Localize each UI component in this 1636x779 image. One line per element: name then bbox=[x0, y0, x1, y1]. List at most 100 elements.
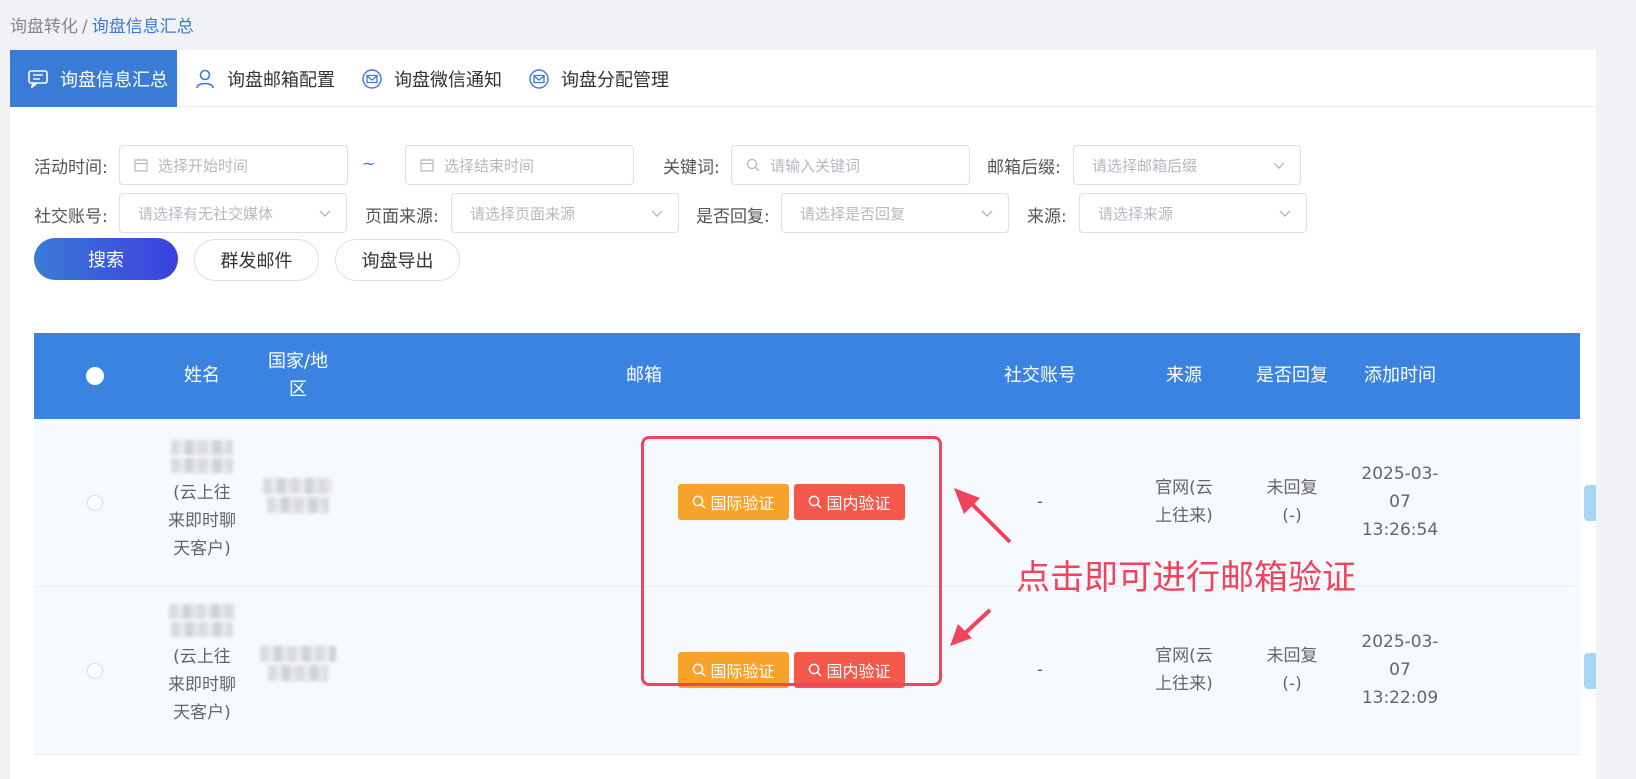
bulk-mail-button[interactable]: 群发邮件 bbox=[194, 239, 319, 281]
calendar-icon bbox=[420, 157, 436, 173]
chevron-down-icon bbox=[981, 210, 993, 217]
chevron-down-icon bbox=[1273, 162, 1285, 169]
search-button[interactable]: 搜索 bbox=[34, 238, 178, 280]
source-select[interactable]: 请选择来源 bbox=[1079, 193, 1307, 233]
page-source-select[interactable]: 请选择页面来源 bbox=[451, 193, 679, 233]
header-added-time: 添加时间 bbox=[1364, 365, 1436, 386]
end-time-field[interactable]: 选择结束时间 bbox=[405, 145, 634, 185]
header-source: 来源 bbox=[1166, 365, 1202, 386]
main-panel: 询盘信息汇总 询盘邮箱配置 询盘微信通知 询盘分配管理 活动时间: 选择开始时间… bbox=[10, 50, 1596, 779]
export-button[interactable]: 询盘导出 bbox=[335, 239, 460, 281]
intl-verify-button[interactable]: 国际验证 bbox=[678, 652, 789, 688]
mail-icon bbox=[529, 68, 549, 89]
user-icon bbox=[195, 69, 215, 89]
tab-label: 询盘邮箱配置 bbox=[227, 69, 335, 91]
annotation-text: 点击即可进行邮箱验证 bbox=[1016, 558, 1356, 598]
search-icon bbox=[693, 663, 707, 677]
source-label: 来源: bbox=[1027, 207, 1067, 227]
row-checkbox[interactable] bbox=[87, 495, 103, 511]
header-email: 邮箱 bbox=[626, 365, 662, 386]
source-cell: 官网(云上往来) bbox=[1155, 646, 1213, 694]
name-suffix: (云上往来即时聊天客户) bbox=[168, 483, 236, 559]
start-time-placeholder: 选择开始时间 bbox=[158, 156, 249, 175]
breadcrumb: 询盘转化 / 询盘信息汇总 bbox=[10, 12, 194, 37]
row-checkbox[interactable] bbox=[87, 663, 103, 679]
search-icon bbox=[746, 157, 762, 173]
social-account-select[interactable]: 请选择有无社交媒体 bbox=[119, 193, 347, 233]
header-social: 社交账号 bbox=[1004, 365, 1076, 386]
range-separator: ~ bbox=[362, 154, 376, 173]
name-suffix: (云上往来即时聊天客户) bbox=[168, 647, 236, 723]
redacted-country bbox=[260, 646, 336, 662]
chevron-down-icon bbox=[1279, 210, 1291, 217]
start-time-field[interactable]: 选择开始时间 bbox=[119, 145, 348, 185]
email-suffix-select[interactable]: 请选择邮箱后缀 bbox=[1073, 145, 1301, 185]
added-time-cell: 2025-03-07 13:22:09 bbox=[1361, 632, 1439, 708]
header-country: 国家/地区 bbox=[267, 351, 329, 400]
keyword-input[interactable]: 请输入关键词 bbox=[731, 145, 970, 185]
tab-label: 询盘分配管理 bbox=[561, 69, 669, 91]
intl-verify-button[interactable]: 国际验证 bbox=[678, 484, 789, 520]
page-source-label: 页面来源: bbox=[365, 207, 439, 227]
tab-label: 询盘信息汇总 bbox=[60, 69, 168, 91]
replied-cell: 未回复(-) bbox=[1266, 478, 1318, 526]
breadcrumb-current: 询盘信息汇总 bbox=[91, 17, 194, 37]
email-suffix-label: 邮箱后缀: bbox=[987, 158, 1061, 178]
domestic-verify-button[interactable]: 国内验证 bbox=[794, 484, 905, 520]
search-icon bbox=[809, 663, 823, 677]
tab-inquiry-summary[interactable]: 询盘信息汇总 bbox=[10, 50, 177, 107]
intl-verify-label: 国际验证 bbox=[710, 662, 775, 681]
header-name: 姓名 bbox=[184, 365, 220, 386]
replied-cell: 未回复(-) bbox=[1266, 646, 1318, 694]
tab-inquiry-wechat-notify[interactable]: 询盘微信通知 bbox=[344, 50, 511, 107]
country-cell bbox=[258, 643, 338, 684]
end-time-placeholder: 选择结束时间 bbox=[444, 156, 535, 175]
source-cell: 官网(云上往来) bbox=[1155, 478, 1213, 526]
activity-time-label: 活动时间: bbox=[34, 158, 108, 178]
mail-icon bbox=[362, 68, 382, 89]
redacted-name bbox=[171, 440, 233, 455]
header-replied: 是否回复 bbox=[1256, 365, 1328, 386]
replied-placeholder: 请选择是否回复 bbox=[800, 204, 906, 223]
tab-inquiry-assignment[interactable]: 询盘分配管理 bbox=[511, 50, 678, 107]
keyword-placeholder: 请输入关键词 bbox=[770, 156, 861, 175]
keyword-label: 关键词: bbox=[663, 158, 720, 178]
chevron-down-icon bbox=[319, 210, 331, 217]
social-cell: - bbox=[1036, 660, 1044, 680]
domestic-verify-label: 国内验证 bbox=[826, 494, 891, 513]
page-source-placeholder: 请选择页面来源 bbox=[470, 204, 576, 223]
table-row[interactable]: (云上往来即时聊天客户) 国际验证 国内验证 - 官网(云上往来) 未回复(-)… bbox=[34, 587, 1596, 755]
tab-bar: 询盘信息汇总 询盘邮箱配置 询盘微信通知 询盘分配管理 bbox=[10, 50, 1596, 107]
calendar-icon bbox=[134, 157, 150, 173]
tab-inquiry-mailbox-config[interactable]: 询盘邮箱配置 bbox=[177, 50, 344, 107]
breadcrumb-separator: / bbox=[82, 17, 88, 37]
replied-label: 是否回复: bbox=[696, 207, 770, 227]
page-scroll-area[interactable] bbox=[1596, 0, 1636, 779]
country-cell bbox=[258, 475, 338, 516]
domestic-verify-label: 国内验证 bbox=[826, 662, 891, 681]
row-action-button[interactable] bbox=[1584, 485, 1596, 521]
search-icon bbox=[693, 495, 707, 509]
redacted-country bbox=[263, 478, 333, 494]
redacted-name bbox=[171, 458, 233, 473]
email-suffix-placeholder: 请选择邮箱后缀 bbox=[1092, 156, 1198, 175]
replied-select[interactable]: 请选择是否回复 bbox=[781, 193, 1009, 233]
redacted-country bbox=[268, 665, 328, 681]
intl-verify-label: 国际验证 bbox=[710, 494, 775, 513]
redacted-name bbox=[169, 604, 235, 619]
row-action-button[interactable] bbox=[1584, 653, 1596, 689]
social-account-placeholder: 请选择有无社交媒体 bbox=[138, 204, 274, 223]
name-cell: (云上往来即时聊天客户) bbox=[158, 601, 246, 727]
added-time-cell: 2025-03-07 13:26:54 bbox=[1361, 464, 1439, 540]
search-icon bbox=[809, 495, 823, 509]
domestic-verify-button[interactable]: 国内验证 bbox=[794, 652, 905, 688]
tab-label: 询盘微信通知 bbox=[394, 69, 502, 91]
redacted-country bbox=[267, 497, 329, 513]
chevron-down-icon bbox=[651, 210, 663, 217]
redacted-name bbox=[171, 622, 233, 637]
source-placeholder: 请选择来源 bbox=[1098, 204, 1174, 223]
breadcrumb-parent[interactable]: 询盘转化 bbox=[10, 17, 78, 37]
select-all-checkbox[interactable] bbox=[86, 367, 104, 385]
name-cell: (云上往来即时聊天客户) bbox=[158, 437, 246, 563]
chat-icon bbox=[28, 69, 48, 89]
